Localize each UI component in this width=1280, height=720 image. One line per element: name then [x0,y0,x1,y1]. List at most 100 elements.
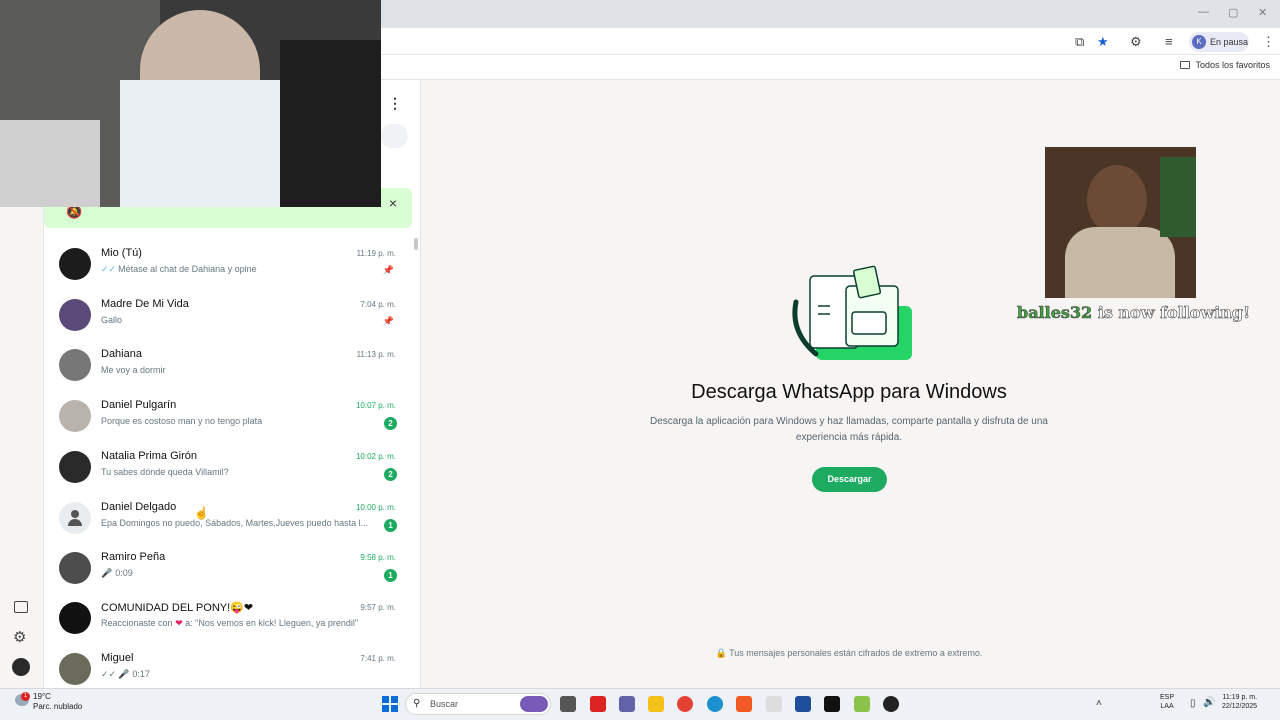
profile-avatar: K [1192,35,1206,49]
maximize-icon[interactable]: ▢ [1228,6,1238,19]
all-bookmarks-button[interactable]: Todos los favoritos [1180,60,1270,70]
chat-row-comunidad[interactable]: COMUNIDAD DEL PONY!😜❤ Reaccionaste con ❤… [44,601,414,651]
media-gallery-icon[interactable] [14,601,28,613]
folder-icon [1180,61,1191,69]
brave-icon[interactable] [736,696,752,712]
chat-preview: Tu sabes dónde queda Villamil? [101,467,229,477]
avatar [59,299,91,331]
chat-time: 7:41 p. m. [360,654,396,663]
chat-time: 9:57 p. m. [360,603,396,612]
follow-text: is now following! [1097,303,1251,323]
download-title: Descarga WhatsApp para Windows [691,381,1007,403]
follower-name: balles32 [1017,303,1093,323]
pin-icon: 📌 [382,316,394,326]
heart-icon: ❤ [175,618,183,628]
task-view-icon[interactable] [560,696,576,712]
lang-code: ESP [1160,694,1175,701]
download-button[interactable]: Descargar [812,467,887,492]
install-app-icon[interactable]: ⧉ [1075,34,1084,50]
chat-preview: Porque es costoso man y no tengo plata [101,416,263,426]
search-highlight-icon[interactable] [520,696,548,712]
chat-name: Natalia Prima Girón [101,450,197,462]
app-green-icon[interactable] [854,696,870,712]
default-avatar-icon [59,502,91,534]
windows-taskbar [0,688,1280,720]
tiktok-icon[interactable] [824,696,840,712]
chat-search-input[interactable] [380,124,408,148]
chat-time: 10:00 p. m. [355,503,396,512]
webcam-overlay [0,0,381,207]
all-bookmarks-label: Todos los favoritos [1195,60,1270,70]
lang-layout: LAA [1160,703,1174,710]
obs-icon[interactable] [883,696,899,712]
chat-preview: Reaccionaste con ❤ a: "Nos vemos en kick… [101,618,359,628]
weather-widget[interactable]: 19°C Parc. nublado [14,692,82,712]
store-icon[interactable] [795,696,811,712]
edge-icon[interactable] [707,696,723,712]
left-nav-rail [0,207,44,688]
chat-time: 11:19 p. m. [356,249,396,258]
chat-row-daniel-pulgarin[interactable]: Daniel Pulgarín Porque es costoso man y … [44,399,414,449]
media-controls-icon[interactable]: ≡ [1165,34,1173,49]
chat-name: Dahiana [101,348,142,360]
file-explorer-icon[interactable] [648,696,664,712]
follow-alert: balles32 is now following! [1017,303,1251,323]
chat-preview: 🎤 0:09 [101,568,133,578]
profile-button[interactable]: K En pausa [1189,32,1249,52]
chat-row-miguel[interactable]: Miguel ✓✓ 🎤 0:17 7:41 p. m. [44,652,414,688]
chat-name: COMUNIDAD DEL PONY!😜❤ [101,602,254,614]
chat-time: 10:07 p. m. [355,401,396,410]
pin-icon: 📌 [382,265,394,275]
chat-time: 11:13 p. m. [356,350,396,359]
chat-row-ramiro[interactable]: Ramiro Peña 🎤 0:09 9:58 p. m. 1 [44,551,414,601]
chat-name: Ramiro Peña [101,551,166,563]
chat-list-scrollbar[interactable] [414,238,418,250]
chat-row-daniel-delgado[interactable]: Daniel Delgado Epa Domingos no puedo, Sá… [44,501,414,551]
chat-name: Madre De Mi Vida [101,298,189,310]
chevron-up-icon[interactable]: ˄ [1096,698,1102,709]
chat-name: Daniel Delgado [101,501,177,513]
minimize-icon[interactable]: — [1198,6,1209,18]
chat-row-dahiana[interactable]: Dahiana Me voy a dormir 11:13 p. m. [44,348,414,398]
chat-name: Mio (Tú) [101,247,142,259]
chat-preview: Gallo [101,315,123,325]
app-gray-icon[interactable] [766,696,782,712]
unread-badge: 1 [384,569,397,582]
settings-gear-icon[interactable]: ⚙ [13,628,26,646]
network-icon[interactable]: ▯ [1190,698,1196,709]
chat-row-madre[interactable]: Madre De Mi Vida Gallo 7:04 p. m. 📌 [44,298,414,348]
chat-row-natalia[interactable]: Natalia Prima Girón Tu sabes dónde queda… [44,450,414,500]
chat-row-mio[interactable]: Mio (Tú) ✓✓ Métase al chat de Dahiana y o… [44,247,414,297]
profile-status: En pausa [1210,37,1249,47]
app-red-icon[interactable] [590,696,606,712]
close-window-icon[interactable]: ✕ [1258,6,1267,19]
menu-dots-icon[interactable]: ⋮ [388,95,402,112]
teams-icon[interactable] [619,696,635,712]
extensions-icon[interactable]: ⚙ [1130,34,1142,50]
clock-time: 11:19 p. m. [1222,694,1258,701]
weather-condition: Parc. nublado [33,702,83,711]
avatar [59,349,91,381]
language-indicator[interactable]: ESP LAA [1160,693,1174,711]
reaction-gif [1045,147,1196,298]
chrome-icon[interactable] [677,696,693,712]
windows-start-icon[interactable] [382,696,398,712]
hand-cursor-icon: ☝ [194,506,209,520]
microphone-icon: 🎤 [101,568,113,578]
bookmark-star-icon[interactable]: ★ [1097,34,1109,50]
unread-badge: 1 [384,519,397,532]
taskbar-clock[interactable]: 11:19 p. m. 22/12/2025 [1222,693,1257,711]
chat-time: 10:02 p. m. [355,452,396,461]
avatar [59,400,91,432]
chat-time: 7:04 p. m. [360,300,396,309]
search-icon: ⚲ [413,698,421,709]
avatar [59,451,91,483]
profile-avatar-icon[interactable] [12,658,30,676]
close-banner-button[interactable]: × [386,196,400,210]
chat-preview: ✓✓ 🎤 0:17 [101,669,150,679]
browser-menu-icon[interactable]: ⋮ [1262,34,1275,50]
avatar [59,602,91,634]
encryption-note: 🔒 Tus mensajes personales están cifrados… [715,648,983,658]
avatar [59,552,91,584]
volume-icon[interactable]: 🔊 [1203,697,1215,708]
